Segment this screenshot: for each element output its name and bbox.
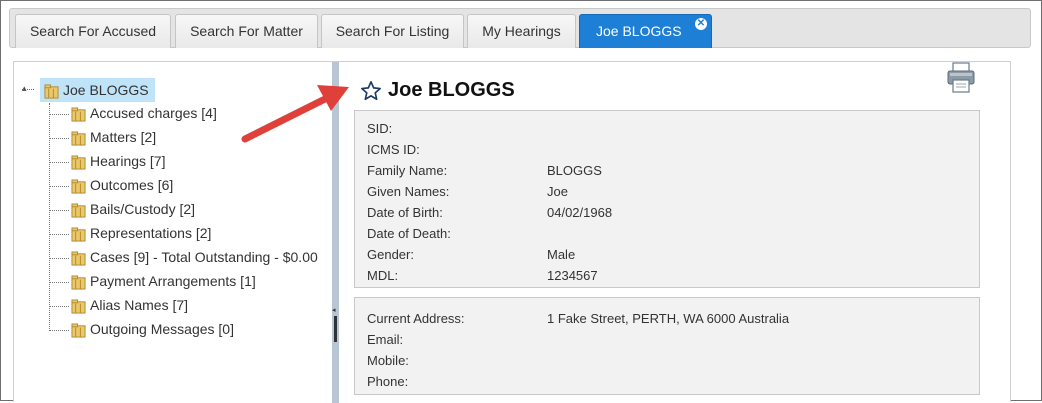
folder-icon [71,107,86,122]
tab-label: My Hearings [482,23,561,39]
person-name: Joe BLOGGS [388,79,515,101]
tree-item-accused-charges[interactable]: Accused charges [4] [49,102,217,124]
field-label: ICMS ID: [367,142,420,157]
tree-item-label: Hearings [7] [90,153,166,169]
tab-bar: Search For Accused Search For Matter Sea… [9,8,1031,48]
tree-item-payment-arrangements[interactable]: Payment Arrangements [1] [49,270,256,292]
tree-item-label: Alias Names [7] [90,297,189,313]
folder-icon [44,84,59,99]
field-label: Email: [367,332,404,347]
annotation-arrow [241,85,349,143]
tree-item-label: Outcomes [6] [90,177,174,193]
page-title: Joe BLOGGS [360,76,515,104]
folder-icon [71,299,86,314]
tab-label: Joe BLOGGS [596,23,682,39]
tree-item-matters[interactable]: Matters [2] [49,126,156,148]
contact-details-box: Current Address: 1 Fake Street, PERTH, W… [354,297,980,395]
tree-item-bails-custody[interactable]: Bails/Custody [2] [49,198,195,220]
folder-icon [71,179,86,194]
field-label: Gender: [367,247,414,262]
field-label: Phone: [367,374,409,389]
tree-item-alias-names[interactable]: Alias Names [7] [49,294,188,316]
field-value: Male [547,247,576,262]
tree-item-outgoing-messages[interactable]: Outgoing Messages [0] [49,318,234,340]
folder-icon [71,155,86,170]
close-icon[interactable]: ✕ [695,18,707,30]
tree-item-label: Accused charges [4] [90,105,217,121]
tree-root-node[interactable]: Joe BLOGGS [40,78,155,102]
tree-item-label: Outgoing Messages [0] [90,321,234,337]
collapse-left-icon[interactable]: ◂ [332,306,336,314]
tree-item-label: Matters [2] [90,129,157,145]
folder-icon [71,227,86,242]
tree-connector [22,89,34,90]
tree-item-representations[interactable]: Representations [2] [49,222,211,244]
tree-item-label: Payment Arrangements [1] [90,273,256,289]
field-value: 1234567 [547,268,598,283]
star-icon[interactable] [360,80,382,102]
tab-search-listing[interactable]: Search For Listing [321,14,464,48]
tree-item-outcomes[interactable]: Outcomes [6] [49,174,173,196]
detail-pane: Joe BLOGGS SID: ICMS ID: Family Name: BL… [350,62,990,403]
field-label: Date of Birth: [367,205,443,220]
folder-icon [71,203,86,218]
field-value: 1 Fake Street, PERTH, WA 6000 Australia [547,311,790,326]
folder-icon [71,323,86,338]
field-label: Given Names: [367,184,450,199]
folder-icon [71,275,86,290]
field-label: Current Address: [367,311,465,326]
tab-label: Search For Listing [335,23,450,39]
folder-icon [71,251,86,266]
tree-item-label: Cases [9] - Total Outstanding - $0.00 [90,249,318,265]
collapse-toggle-icon[interactable]: ▴ [22,84,27,93]
field-value: Joe [547,184,568,199]
splitter-grip[interactable] [334,316,337,342]
field-label: SID: [367,121,393,136]
field-value: 04/02/1968 [547,205,613,220]
tree-item-cases[interactable]: Cases [9] - Total Outstanding - $0.00 [49,246,318,268]
tree-item-label: Bails/Custody [2] [90,201,196,217]
tree-item-label: Representations [2] [90,225,212,241]
field-label: MDL: [367,268,399,283]
personal-details-box: SID: ICMS ID: Family Name: BLOGGS Given … [354,110,980,288]
tab-search-accused[interactable]: Search For Accused [15,14,171,48]
field-label: Mobile: [367,353,409,368]
field-label: Date of Death: [367,226,451,241]
printer-icon[interactable] [946,62,976,94]
app-window: Search For Accused Search For Matter Sea… [0,0,1042,403]
tab-search-matter[interactable]: Search For Matter [175,14,318,48]
content-panel: ▴ Joe BLOGGS Accused charges [4] Matters… [13,61,1011,403]
folder-icon [71,131,86,146]
tree-item-hearings[interactable]: Hearings [7] [49,150,165,172]
tree-root-label: Joe BLOGGS [63,82,149,98]
field-value: BLOGGS [547,163,602,178]
tab-my-hearings[interactable]: My Hearings [467,14,576,48]
tab-label: Search For Matter [190,23,303,39]
tab-label: Search For Accused [29,23,157,39]
tab-joe-bloggs[interactable]: Joe BLOGGS ✕ [579,14,712,48]
field-label: Family Name: [367,163,448,178]
